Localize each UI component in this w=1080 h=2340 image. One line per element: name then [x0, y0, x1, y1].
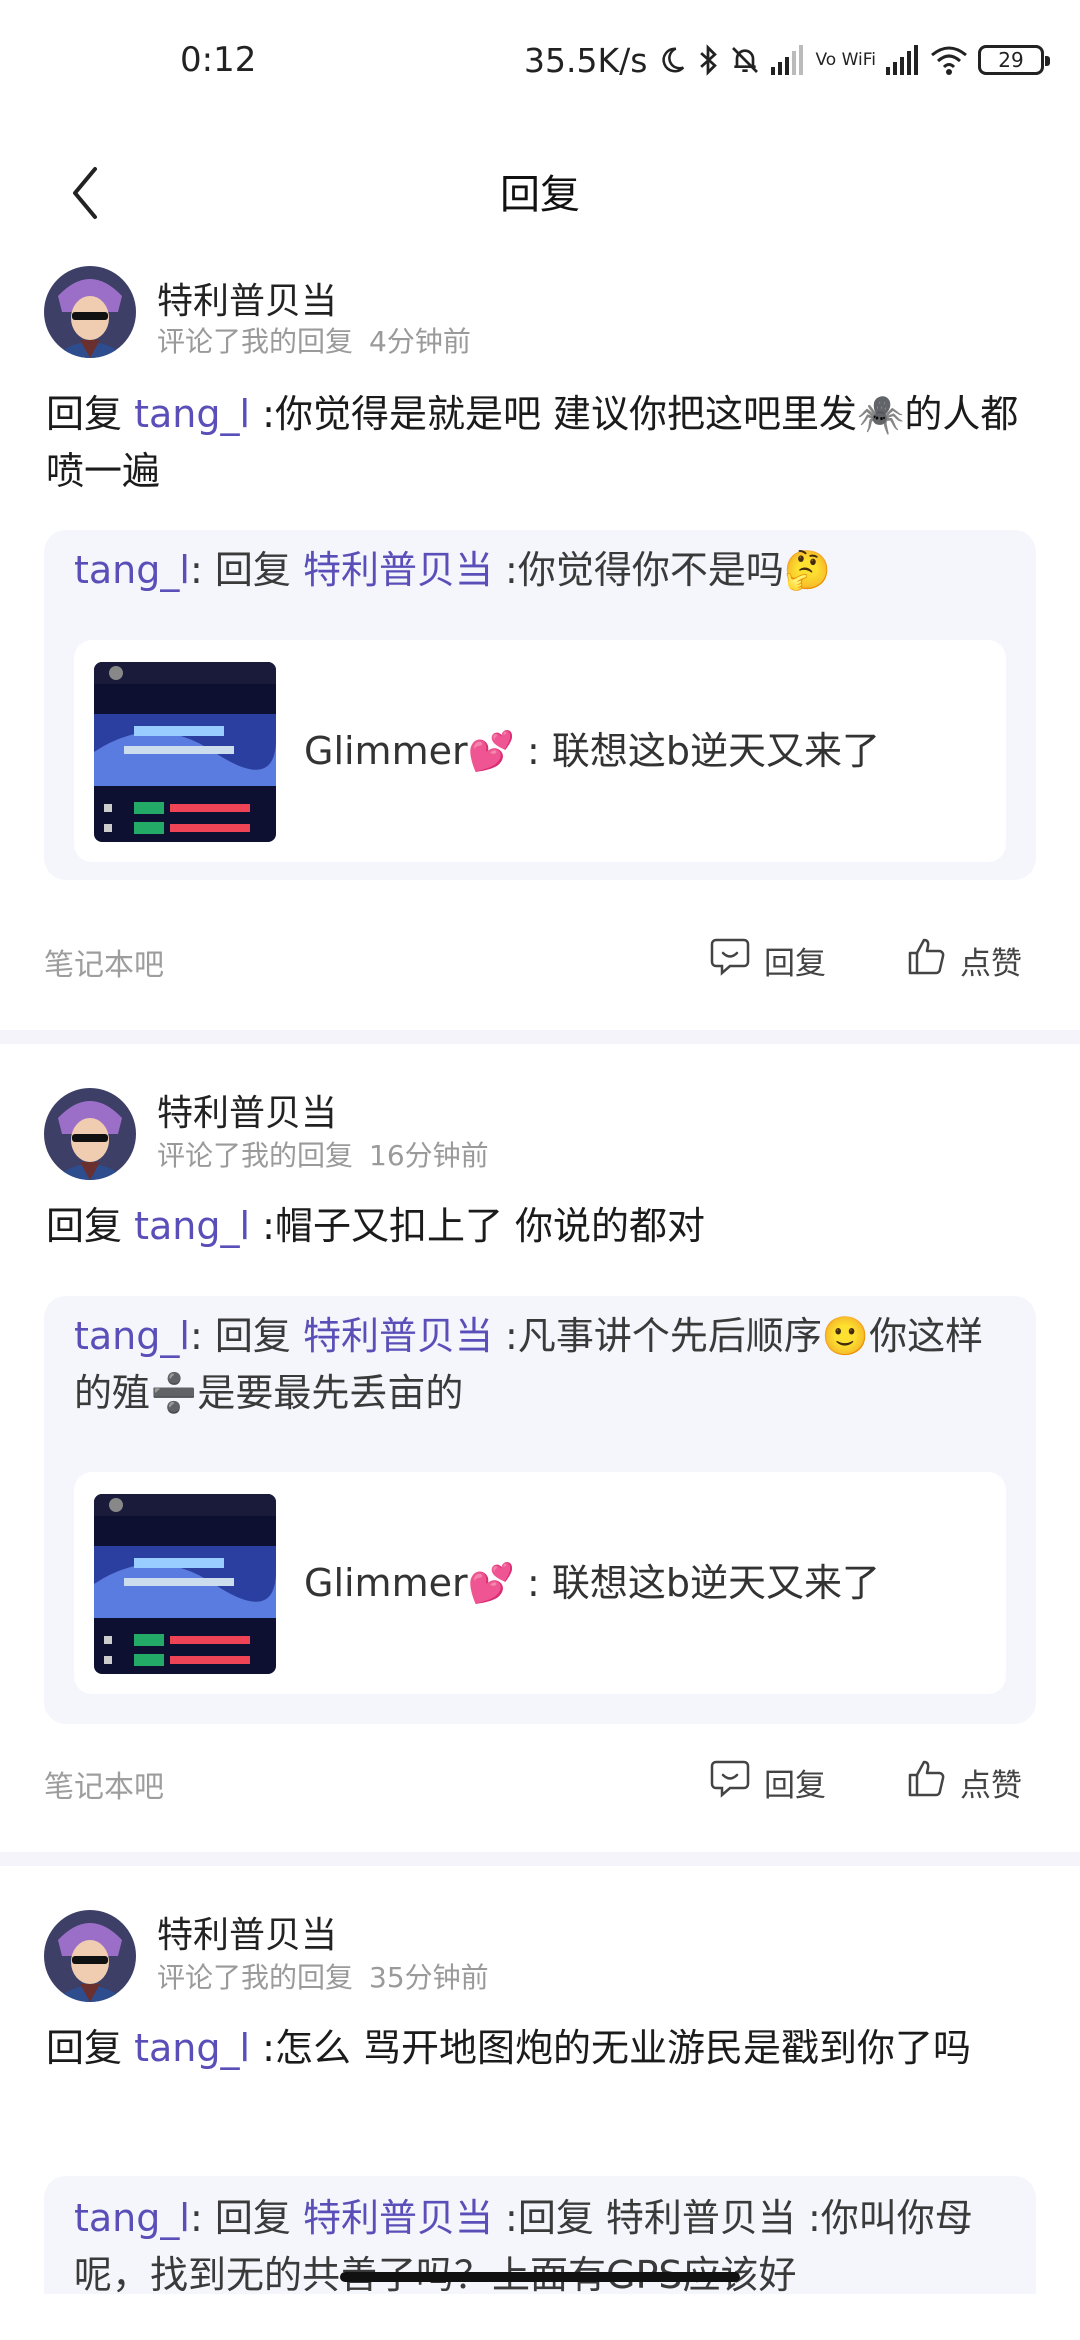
reply-button[interactable]: 回复 [710, 1752, 826, 1812]
status-bar: 0:12 35.5K/s Vo WiFi 29 [0, 0, 1080, 120]
reply-body: :怎么 骂开地图炮的无业游民是戳到你了吗 [262, 2026, 972, 2070]
bell-off-icon [729, 44, 761, 76]
like-button[interactable]: 点赞 [906, 930, 1022, 990]
time-ago: 16分钟前 [369, 1139, 489, 1172]
item-divider [0, 1030, 1080, 1044]
origin-author: Glimmer💕 [304, 1561, 515, 1605]
username[interactable]: 特利普贝当 [157, 1906, 337, 1958]
quote-body: :你觉得你不是吗🤔 [505, 548, 832, 592]
status-time: 0:12 [180, 40, 257, 80]
reply-text[interactable]: 回复 tang_l :怎么 骂开地图炮的无业游民是戳到你了吗 [46, 2020, 1034, 2077]
notification-item[interactable]: 特利普贝当 评论了我的回复 4分钟前 回复 tang_l :你觉得是就是吧 建议你… [0, 260, 1080, 1030]
status-icons: 35.5K/s Vo WiFi 29 [524, 36, 1050, 84]
quote-mention[interactable]: 特利普贝当 [303, 548, 493, 592]
avatar[interactable] [44, 266, 136, 358]
like-label: 点赞 [960, 1767, 1022, 1804]
origin-body: : 联想这b逆天又来了 [527, 1561, 881, 1605]
thumbs-up-icon [906, 1758, 946, 1806]
reply-prefix: 回复 [46, 2026, 123, 2070]
item-footer: 笔记本吧 回复 点赞 [0, 1752, 1080, 1812]
mention-link[interactable]: tang_l [134, 392, 250, 436]
quoted-reply[interactable]: tang_l: 回复 特利普贝当 :你觉得你不是吗🤔 Glimmer💕 : 联想… [44, 530, 1036, 880]
bluetooth-icon [697, 43, 719, 77]
comment-icon [710, 936, 750, 984]
origin-author: Glimmer💕 [304, 729, 515, 773]
top-bar: 回复 [0, 120, 1080, 270]
notification-item[interactable]: 特利普贝当 评论了我的回复 35分钟前 回复 tang_l :怎么 骂开地图炮的无… [0, 1904, 1080, 2294]
quote-sep: : 回复 [189, 2196, 291, 2240]
like-label: 点赞 [960, 945, 1022, 982]
battery-icon: 29 [978, 45, 1050, 75]
quoted-reply[interactable]: tang_l: 回复 特利普贝当 :凡事讲个先后顺序🙂你这样的殖➗是要最先丢亩的… [44, 1296, 1036, 1724]
reply-button[interactable]: 回复 [710, 930, 826, 990]
quote-mention[interactable]: 特利普贝当 [303, 2196, 493, 2240]
avatar[interactable] [44, 1088, 136, 1180]
meta: 评论了我的回复 4分钟前 [157, 320, 471, 360]
home-indicator[interactable] [340, 2272, 740, 2282]
action-text: 评论了我的回复 [157, 325, 354, 358]
username[interactable]: 特利普贝当 [157, 1084, 337, 1136]
time-ago: 35分钟前 [369, 1961, 489, 1994]
signal-r-icon [886, 45, 920, 75]
notification-item[interactable]: 特利普贝当 评论了我的回复 16分钟前 回复 tang_l :帽子又扣上了 你说的… [0, 1082, 1080, 1852]
quote-sep: : 回复 [189, 1314, 291, 1358]
origin-body: : 联想这b逆天又来了 [527, 729, 881, 773]
reply-body: :帽子又扣上了 你说的都对 [262, 1204, 706, 1248]
quote-text: tang_l: 回复 特利普贝当 :你觉得你不是吗🤔 [74, 542, 996, 599]
forum-source[interactable]: 笔记本吧 [44, 940, 164, 984]
item-footer: 笔记本吧 回复 点赞 [0, 930, 1080, 990]
wifi-icon [930, 45, 968, 75]
reply-prefix: 回复 [46, 1204, 123, 1248]
quote-author[interactable]: tang_l [74, 2196, 190, 2240]
vowifi-icon: Vo WiFi [815, 49, 876, 70]
mention-link[interactable]: tang_l [134, 1204, 250, 1248]
quote-author[interactable]: tang_l [74, 548, 190, 592]
meta: 评论了我的回复 16分钟前 [157, 1134, 489, 1174]
reply-prefix: 回复 [46, 392, 123, 436]
reply-label: 回复 [764, 945, 826, 982]
mention-link[interactable]: tang_l [134, 2026, 250, 2070]
comment-icon [710, 1758, 750, 1806]
net-speed: 35.5K/s [524, 40, 648, 80]
action-text: 评论了我的回复 [157, 1139, 354, 1172]
quote-mention[interactable]: 特利普贝当 [303, 1314, 493, 1358]
page-title: 回复 [500, 172, 580, 218]
quote-text: tang_l: 回复 特利普贝当 :凡事讲个先后顺序🙂你这样的殖➗是要最先丢亩的 [74, 1308, 996, 1422]
thumbs-up-icon [906, 936, 946, 984]
signal-icon [771, 45, 805, 75]
action-text: 评论了我的回复 [157, 1961, 354, 1994]
meta: 评论了我的回复 35分钟前 [157, 1956, 489, 1996]
item-divider [0, 1852, 1080, 1866]
like-button[interactable]: 点赞 [906, 1752, 1022, 1812]
forum-source[interactable]: 笔记本吧 [44, 1762, 164, 1806]
username[interactable]: 特利普贝当 [157, 272, 337, 324]
quote-sep: : 回复 [189, 548, 291, 592]
origin-post-card[interactable]: Glimmer💕 : 联想这b逆天又来了 [74, 640, 1006, 862]
quote-author[interactable]: tang_l [74, 1314, 190, 1358]
reply-text[interactable]: 回复 tang_l :你觉得是就是吧 建议你把这吧里发🕷️的人都喷一遍 [46, 386, 1034, 500]
origin-text: Glimmer💕 : 联想这b逆天又来了 [304, 1552, 880, 1607]
reply-label: 回复 [764, 1767, 826, 1804]
origin-post-card[interactable]: Glimmer💕 : 联想这b逆天又来了 [74, 1472, 1006, 1694]
time-ago: 4分钟前 [369, 325, 471, 358]
post-thumbnail [94, 1494, 276, 1674]
avatar[interactable] [44, 1910, 136, 2002]
origin-text: Glimmer💕 : 联想这b逆天又来了 [304, 720, 880, 775]
reply-text[interactable]: 回复 tang_l :帽子又扣上了 你说的都对 [46, 1198, 1034, 1255]
post-thumbnail [94, 662, 276, 842]
moon-icon [657, 45, 687, 75]
